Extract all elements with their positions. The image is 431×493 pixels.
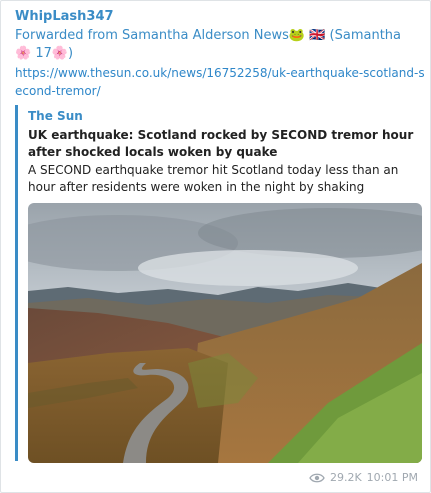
message-bubble: WhipLash347 Forwarded from Samantha Alde… [0,0,431,493]
link-preview[interactable]: The Sun UK earthquake: Scotland rocked b… [15,105,424,463]
forwarded-channel-name: Samantha Alderson News [122,28,289,43]
preview-site-name: The Sun [28,109,83,123]
preview-description: A SECOND earthquake tremor hit Scotland … [28,163,399,194]
message-time: 10:01 PM [366,471,418,484]
forwarded-emoji: 🐸 🇬🇧 [288,28,326,43]
preview-title: UK earthquake: Scotland rocked by SECOND… [28,128,414,159]
article-link[interactable]: https://www.thesun.co.uk/news/16752258/u… [15,64,425,100]
forwarded-header[interactable]: Forwarded from Samantha Alderson News🐸 🇬… [15,27,415,63]
sender-name[interactable]: WhipLash347 [15,9,114,24]
message-meta: 29.2K 10:01 PM [309,471,418,484]
eye-icon [309,473,325,482]
view-count: 29.2K [329,471,362,484]
forwarded-prefix: Forwarded from [15,28,123,43]
preview-photo[interactable] [28,203,422,463]
